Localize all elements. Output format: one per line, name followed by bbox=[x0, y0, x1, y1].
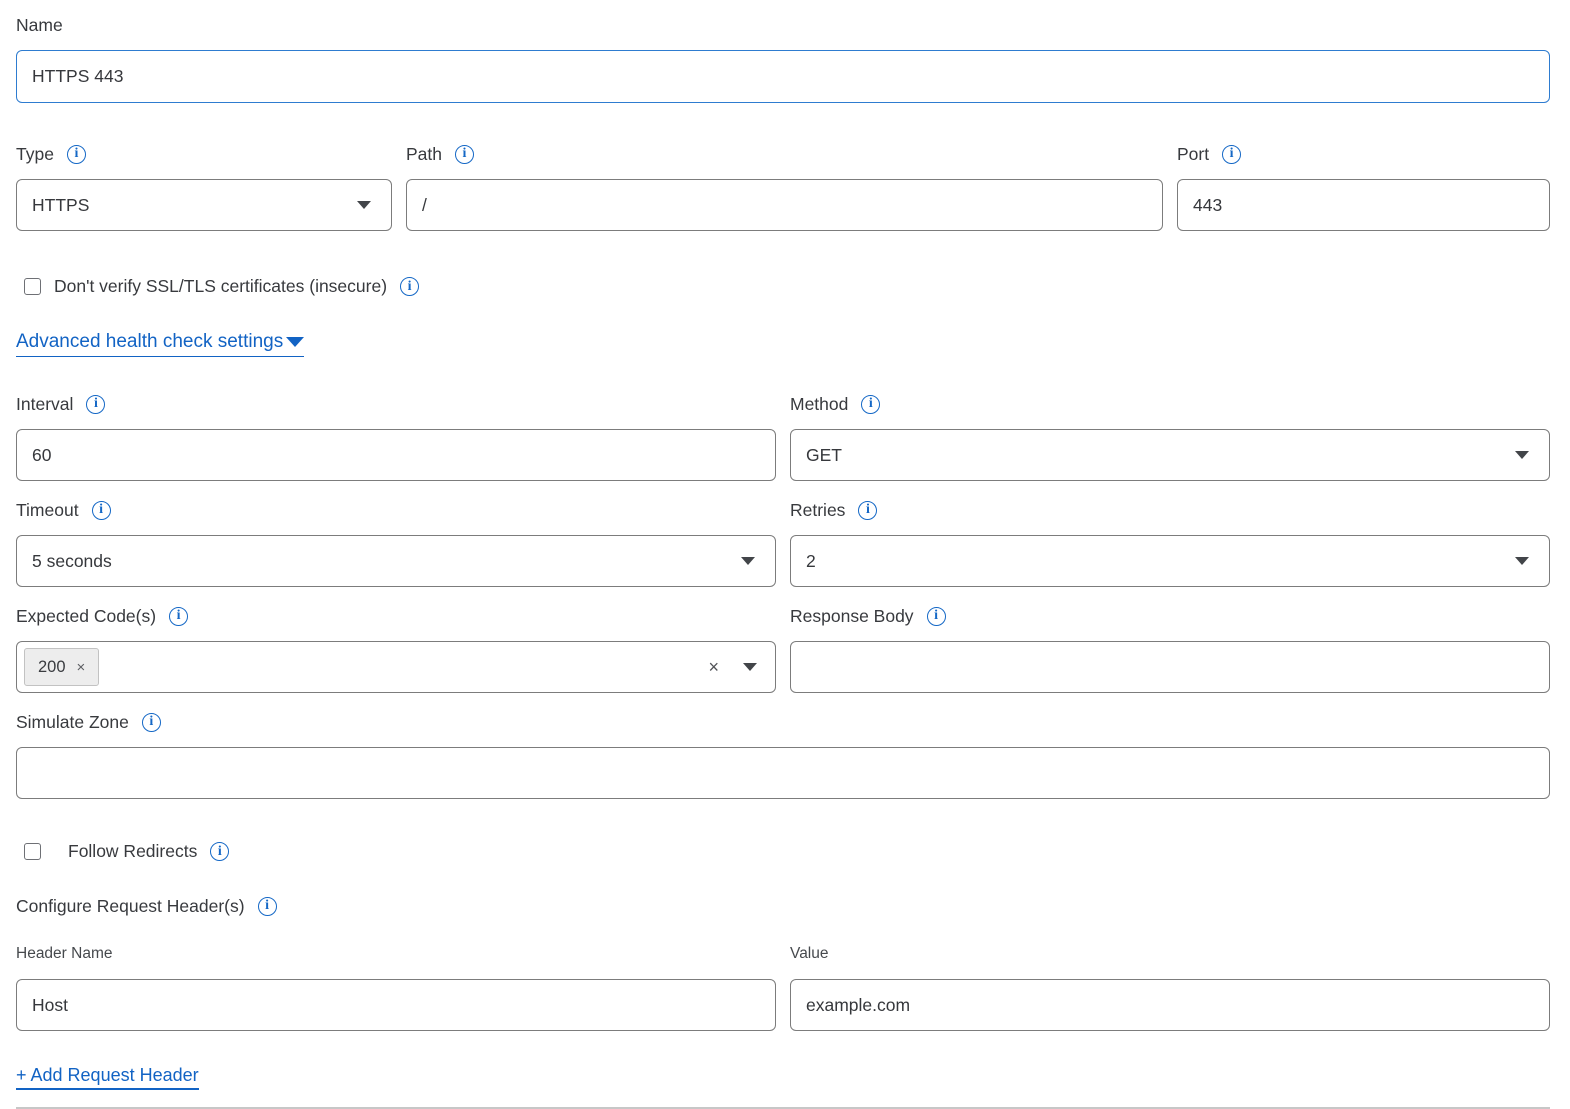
type-select-value: HTTPS bbox=[32, 195, 357, 216]
name-input[interactable] bbox=[16, 50, 1550, 103]
port-input[interactable] bbox=[1177, 179, 1550, 231]
header-value-label: Value bbox=[790, 945, 829, 963]
type-path-port-row: Type i HTTPS Path i Port i bbox=[16, 143, 1550, 231]
advanced-settings-row: Advanced health check settings bbox=[16, 331, 1550, 361]
header-value-field: Value bbox=[790, 918, 1550, 1031]
timeout-select[interactable]: 5 seconds bbox=[16, 535, 776, 587]
chevron-down-icon bbox=[741, 557, 755, 565]
interval-input[interactable] bbox=[16, 429, 776, 481]
retries-select-value: 2 bbox=[806, 551, 1515, 572]
follow-redirects-row: Follow Redirects i bbox=[24, 841, 1550, 862]
interval-label: Interval bbox=[16, 394, 73, 415]
path-field: Path i bbox=[406, 143, 1163, 231]
method-select[interactable]: GET bbox=[790, 429, 1550, 481]
follow-redirects-checkbox[interactable] bbox=[24, 843, 41, 860]
chevron-down-icon bbox=[1515, 451, 1529, 459]
health-check-form: Name Type i HTTPS Path i Port i bbox=[16, 0, 1550, 1109]
port-field: Port i bbox=[1177, 143, 1550, 231]
timeout-retries-row: Timeout i 5 seconds Retries i 2 bbox=[16, 499, 1550, 587]
info-icon[interactable]: i bbox=[455, 145, 474, 164]
remove-tag-icon[interactable]: × bbox=[77, 659, 86, 676]
info-icon[interactable]: i bbox=[858, 501, 877, 520]
retries-label: Retries bbox=[790, 500, 845, 521]
info-icon[interactable]: i bbox=[861, 395, 880, 414]
name-field: Name bbox=[16, 14, 1550, 103]
method-select-value: GET bbox=[806, 445, 1515, 466]
response-body-field: Response Body i bbox=[790, 605, 1550, 693]
simulate-zone-input[interactable] bbox=[16, 747, 1550, 799]
clear-all-icon[interactable]: × bbox=[708, 657, 719, 678]
method-field: Method i GET bbox=[790, 393, 1550, 481]
chevron-down-icon bbox=[743, 663, 757, 671]
path-input[interactable] bbox=[406, 179, 1163, 231]
header-name-label: Header Name bbox=[16, 945, 113, 963]
simulate-zone-field: Simulate Zone i bbox=[16, 711, 1550, 799]
response-body-label: Response Body bbox=[790, 606, 914, 627]
info-icon[interactable]: i bbox=[400, 277, 419, 296]
chevron-down-icon bbox=[357, 201, 371, 209]
header-row: Header Name Value bbox=[16, 918, 1550, 1031]
info-icon[interactable]: i bbox=[67, 145, 86, 164]
interval-method-row: Interval i Method i GET bbox=[16, 393, 1550, 481]
request-headers-title: Configure Request Header(s) bbox=[16, 896, 245, 917]
timeout-label: Timeout bbox=[16, 500, 79, 521]
info-icon[interactable]: i bbox=[142, 713, 161, 732]
triangle-down-icon bbox=[286, 337, 304, 347]
follow-redirects-label: Follow Redirects bbox=[68, 841, 197, 862]
type-label: Type bbox=[16, 144, 54, 165]
expected-codes-multiselect[interactable]: 200 × × bbox=[16, 641, 776, 693]
request-headers-section: Configure Request Header(s) i bbox=[16, 894, 1550, 918]
add-header-row: + Add Request Header bbox=[16, 1065, 1550, 1093]
add-request-header-link[interactable]: + Add Request Header bbox=[16, 1065, 199, 1090]
advanced-settings-link[interactable]: Advanced health check settings bbox=[16, 331, 304, 357]
timeout-field: Timeout i 5 seconds bbox=[16, 499, 776, 587]
response-body-input[interactable] bbox=[790, 641, 1550, 693]
type-field: Type i HTTPS bbox=[16, 143, 392, 231]
info-icon[interactable]: i bbox=[169, 607, 188, 626]
timeout-select-value: 5 seconds bbox=[32, 551, 741, 572]
method-label: Method bbox=[790, 394, 848, 415]
codes-body-row: Expected Code(s) i 200 × × Response Body… bbox=[16, 605, 1550, 693]
info-icon[interactable]: i bbox=[210, 842, 229, 861]
port-label: Port bbox=[1177, 144, 1209, 165]
code-tag: 200 × bbox=[24, 648, 99, 686]
code-tag-value: 200 bbox=[38, 658, 66, 677]
retries-select[interactable]: 2 bbox=[790, 535, 1550, 587]
info-icon[interactable]: i bbox=[86, 395, 105, 414]
info-icon[interactable]: i bbox=[927, 607, 946, 626]
advanced-settings-link-label: Advanced health check settings bbox=[16, 331, 283, 353]
interval-field: Interval i bbox=[16, 393, 776, 481]
info-icon[interactable]: i bbox=[258, 897, 277, 916]
expected-codes-label: Expected Code(s) bbox=[16, 606, 156, 627]
path-label: Path bbox=[406, 144, 442, 165]
chevron-down-icon bbox=[1515, 557, 1529, 565]
name-label: Name bbox=[16, 15, 63, 36]
info-icon[interactable]: i bbox=[1222, 145, 1241, 164]
ssl-verify-checkbox-row: Don't verify SSL/TLS certificates (insec… bbox=[24, 276, 1550, 297]
header-name-input[interactable] bbox=[16, 979, 776, 1031]
simulate-zone-label: Simulate Zone bbox=[16, 712, 129, 733]
header-name-field: Header Name bbox=[16, 918, 776, 1031]
ssl-verify-label: Don't verify SSL/TLS certificates (insec… bbox=[54, 276, 387, 297]
retries-field: Retries i 2 bbox=[790, 499, 1550, 587]
expected-codes-field: Expected Code(s) i 200 × × bbox=[16, 605, 776, 693]
type-select[interactable]: HTTPS bbox=[16, 179, 392, 231]
info-icon[interactable]: i bbox=[92, 501, 111, 520]
ssl-verify-checkbox[interactable] bbox=[24, 278, 41, 295]
header-value-input[interactable] bbox=[790, 979, 1550, 1031]
